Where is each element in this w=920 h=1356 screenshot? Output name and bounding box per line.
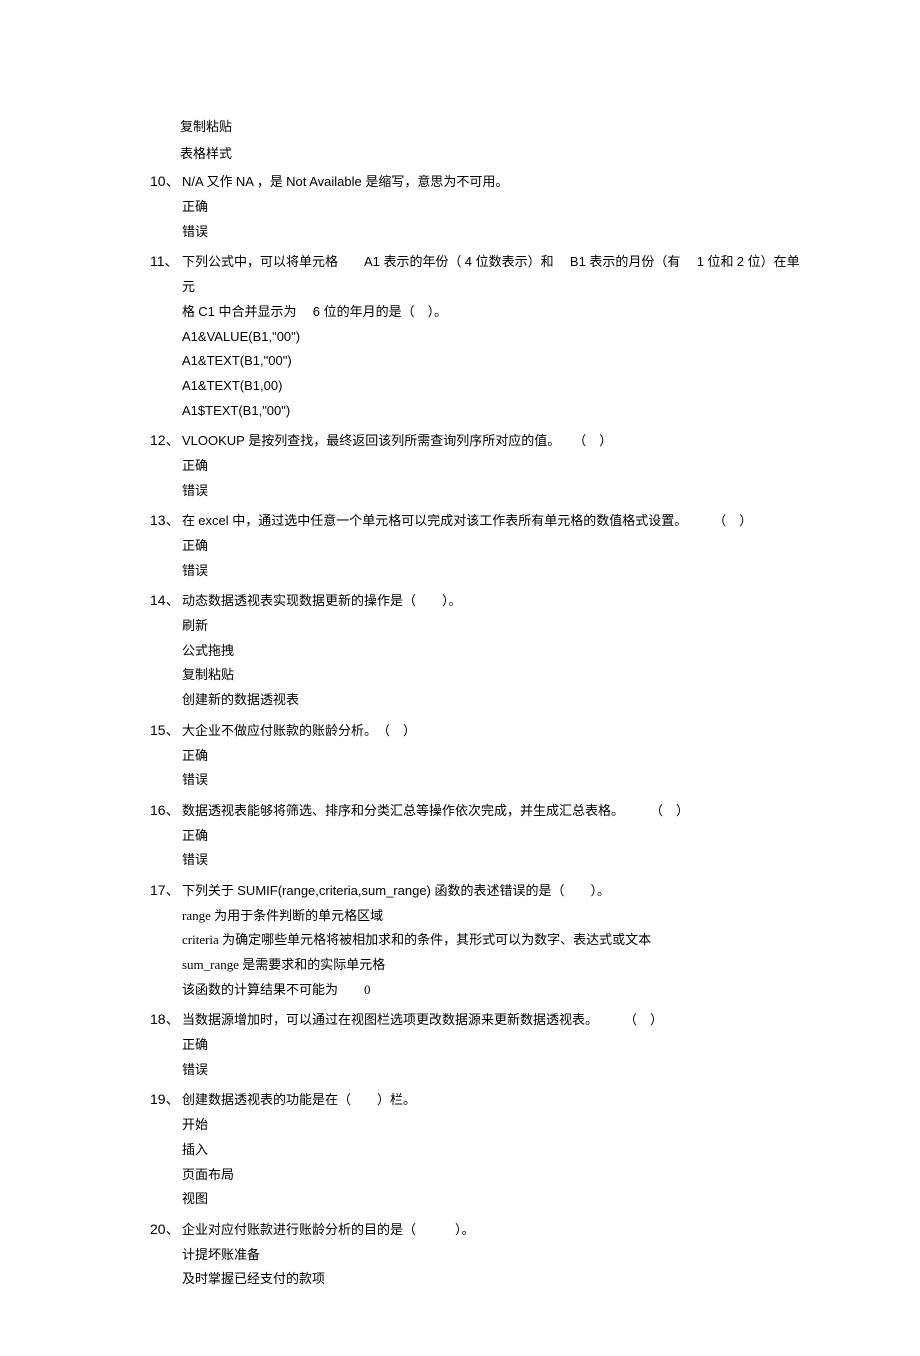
question-text: 下列关于 SUMIF(range,criteria,sum_range) 函数的… <box>182 879 800 904</box>
option-text: 表格样式 <box>180 142 800 167</box>
question-block: 12、 VLOOKUP 是按列查找，最终返回该列所需查询列序所对应的值。 （ ）… <box>150 427 800 503</box>
question-text: 在 excel 中，通过选中任意一个单元格可以完成对该工作表所有单元格的数值格式… <box>182 509 800 534</box>
question-number: 13、 <box>150 507 182 534</box>
question-number: 20、 <box>150 1216 182 1243</box>
option-text: A1&TEXT(B1,"00") <box>182 349 800 374</box>
question-block: 16、 数据透视表能够将筛选、排序和分类汇总等操作依次完成，并生成汇总表格。 （… <box>150 797 800 873</box>
question-number: 17、 <box>150 877 182 904</box>
question-text: 当数据源增加时，可以通过在视图栏选项更改数据源来更新数据透视表。 （ ） <box>182 1008 800 1033</box>
option-text: 开始 <box>182 1113 800 1138</box>
option-text: 创建新的数据透视表 <box>182 688 800 713</box>
question-text: 企业对应付账款进行账龄分析的目的是（ ）。 <box>182 1218 800 1243</box>
question-number: 11、 <box>150 248 182 275</box>
question-block: 13、 在 excel 中，通过选中任意一个单元格可以完成对该工作表所有单元格的… <box>150 507 800 583</box>
question-text: 下列公式中，可以将单元格 A1 表示的年份（ 4 位数表示）和 B1 表示的月份… <box>182 250 800 299</box>
question-text: 大企业不做应付账款的账龄分析。 （ ） <box>182 719 800 744</box>
option-text: 复制粘贴 <box>182 663 800 688</box>
option-text: 错误 <box>182 848 800 873</box>
question-number: 14、 <box>150 587 182 614</box>
option-text: 页面布局 <box>182 1163 800 1188</box>
document-content: 复制粘贴表格样式10、N/A 又作 NA ，是 Not Available 是缩… <box>150 115 800 1292</box>
option-text: 正确 <box>182 1033 800 1058</box>
question-number: 19、 <box>150 1086 182 1113</box>
question-text: 创建数据透视表的功能是在（ ）栏。 <box>182 1088 800 1113</box>
option-text: 视图 <box>182 1187 800 1212</box>
option-text: 公式拖拽 <box>182 639 800 664</box>
question-text: 动态数据透视表实现数据更新的操作是（ ）。 <box>182 589 800 614</box>
question-number: 16、 <box>150 797 182 824</box>
question-block: 10、N/A 又作 NA ，是 Not Available 是缩写，意思为不可用… <box>150 168 800 244</box>
option-text: 刷新 <box>182 614 800 639</box>
option-text: 计提坏账准备 <box>182 1243 800 1268</box>
option-text: 正确 <box>182 195 800 220</box>
option-text: A1$TEXT(B1,"00") <box>182 399 800 424</box>
option-text: 插入 <box>182 1138 800 1163</box>
option-text: 该函数的计算结果不可能为 0 <box>182 978 800 1003</box>
option-text: range 为用于条件判断的单元格区域 <box>182 904 800 929</box>
option-text: A1&TEXT(B1,00) <box>182 374 800 399</box>
question-text: N/A 又作 NA ，是 Not Available 是缩写，意思为不可用。 <box>182 170 800 195</box>
question-number: 10、 <box>150 168 182 195</box>
option-text: A1&VALUE(B1,"00") <box>182 325 800 350</box>
question-block: 14、 动态数据透视表实现数据更新的操作是（ ）。刷新公式拖拽复制粘贴创建新的数… <box>150 587 800 712</box>
option-text: 正确 <box>182 534 800 559</box>
option-text: 复制粘贴 <box>180 115 800 140</box>
question-text-cont: 格 C1 中合并显示为 6 位的年月的是（ ）。 <box>182 300 800 325</box>
option-text: criteria 为确定哪些单元格将被相加求和的条件，其形式可以为数字、表达式或… <box>182 928 800 953</box>
option-text: 及时掌握已经支付的款项 <box>182 1267 800 1292</box>
question-number: 15、 <box>150 717 182 744</box>
question-block: 15、 大企业不做应付账款的账龄分析。 （ ）正确错误 <box>150 717 800 793</box>
question-block: 19、 创建数据透视表的功能是在（ ）栏。开始插入页面布局视图 <box>150 1086 800 1211</box>
option-text: 错误 <box>182 1058 800 1083</box>
question-number: 18、 <box>150 1006 182 1033</box>
question-text: 数据透视表能够将筛选、排序和分类汇总等操作依次完成，并生成汇总表格。 （ ） <box>182 799 800 824</box>
option-text: 错误 <box>182 559 800 584</box>
option-text: 正确 <box>182 824 800 849</box>
question-block: 20、 企业对应付账款进行账龄分析的目的是（ ）。计提坏账准备及时掌握已经支付的… <box>150 1216 800 1292</box>
question-text: VLOOKUP 是按列查找，最终返回该列所需查询列序所对应的值。 （ ） <box>182 429 800 454</box>
option-text: 正确 <box>182 454 800 479</box>
question-block: 11、下列公式中，可以将单元格 A1 表示的年份（ 4 位数表示）和 B1 表示… <box>150 248 800 423</box>
option-text: sum_range 是需要求和的实际单元格 <box>182 953 800 978</box>
option-text: 正确 <box>182 744 800 769</box>
option-text: 错误 <box>182 768 800 793</box>
option-text: 错误 <box>182 220 800 245</box>
question-number: 12、 <box>150 427 182 454</box>
question-block: 18、 当数据源增加时，可以通过在视图栏选项更改数据源来更新数据透视表。 （ ）… <box>150 1006 800 1082</box>
option-text: 错误 <box>182 479 800 504</box>
question-block: 17、 下列关于 SUMIF(range,criteria,sum_range)… <box>150 877 800 1002</box>
